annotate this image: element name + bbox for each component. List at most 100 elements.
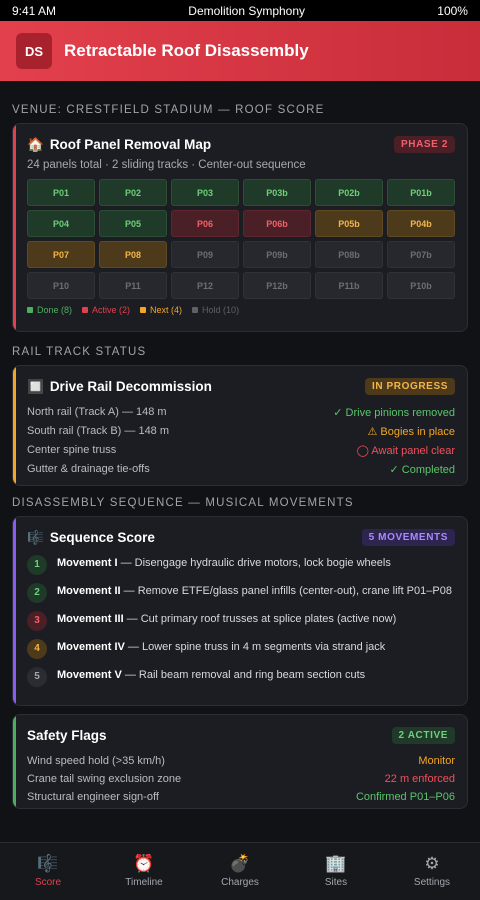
legend-label: Hold (10): [202, 305, 240, 315]
panel-cell[interactable]: P02b: [315, 179, 383, 206]
movement-number: 3: [27, 611, 47, 631]
sequence-card: 🎼 Sequence Score 5 MOVEMENTS 1 Movement I…: [12, 516, 468, 706]
panel-cell[interactable]: P12: [171, 272, 239, 299]
panel-cell[interactable]: P04: [27, 210, 95, 237]
legend-item: Next (4): [140, 305, 182, 315]
app-logo: DS: [16, 33, 52, 69]
legend-item: Active (2): [82, 305, 130, 315]
movement-number: 1: [27, 555, 47, 575]
movement-text: Movement II — Remove ETFE/glass panel in…: [57, 584, 452, 599]
panel-cell[interactable]: P01: [27, 179, 95, 206]
panel-cell[interactable]: P05: [99, 210, 167, 237]
panel-cell[interactable]: P01b: [387, 179, 455, 206]
page-title: Retractable Roof Disassembly: [64, 41, 309, 60]
movement-list: 1 Movement I — Disengage hydraulic drive …: [27, 555, 455, 687]
safety-row-value: 22 m enforced: [384, 773, 455, 785]
rail-title: 🔲 Drive Rail Decommission: [27, 379, 212, 395]
panel-cell[interactable]: P10: [27, 272, 95, 299]
panel-cell[interactable]: P03: [171, 179, 239, 206]
movement-item[interactable]: 5 Movement V — Rail beam removal and ring…: [27, 667, 455, 687]
panel-cell[interactable]: P05b: [315, 210, 383, 237]
movement-description: — Cut primary roof trusses at splice pla…: [123, 613, 397, 625]
safety-row: Wind speed hold (>35 km/h) Monitor: [27, 752, 455, 770]
rail-row-value: ✓ Completed: [389, 464, 455, 476]
tab-sites[interactable]: 🏢 Sites: [288, 843, 384, 900]
movement-number: 5: [27, 667, 47, 687]
safety-row-value: Confirmed P01–P06: [355, 791, 455, 803]
panel-cell[interactable]: P04b: [387, 210, 455, 237]
safety-row: Crane tail swing exclusion zone 22 m enfo…: [27, 770, 455, 788]
panel-cell[interactable]: P07b: [387, 241, 455, 268]
tab-label: Sites: [324, 877, 348, 888]
movement-description: — Disengage hydraulic drive motors, lock…: [117, 557, 391, 569]
panel-cell[interactable]: P09: [171, 241, 239, 268]
rail-row: North rail (Track A) — 148 m ✓ Drive pini…: [27, 403, 455, 422]
movements-badge: 5 MOVEMENTS: [361, 529, 455, 546]
sequence-title-text: Sequence Score: [49, 530, 155, 545]
movement-text: Movement III — Cut primary roof trusses …: [57, 612, 396, 627]
score-icon: 🎼: [27, 529, 44, 545]
rail-title-text: Drive Rail Decommission: [49, 379, 212, 394]
sites-icon: 🏢: [325, 854, 347, 873]
panel-legend: Done (8) Active (2) Next (4) Hold (10): [27, 305, 455, 315]
tab-bar: 🎼 Score ⏰ Timeline 💣 Charges 🏢 Sites ⚙ Settings: [0, 842, 480, 900]
charges-icon: 💣: [229, 854, 251, 873]
safety-row-value: Monitor: [418, 755, 455, 767]
tab-score[interactable]: 🎼 Score: [0, 843, 96, 900]
legend-label: Done (8): [37, 305, 73, 315]
panel-cell[interactable]: P02: [99, 179, 167, 206]
panel-cell[interactable]: P08: [99, 241, 167, 268]
movement-item[interactable]: 2 Movement II — Remove ETFE/glass panel i…: [27, 583, 455, 603]
movement-name: Movement V: [57, 669, 122, 681]
tab-settings[interactable]: ⚙ Settings: [384, 843, 480, 900]
legend-swatch: [27, 307, 33, 313]
tab-label: Timeline: [125, 877, 163, 888]
tab-timeline[interactable]: ⏰ Timeline: [96, 843, 192, 900]
movement-item[interactable]: 3 Movement III — Cut primary roof trusses…: [27, 611, 455, 631]
movement-text: Movement I — Disengage hydraulic drive m…: [57, 556, 391, 571]
rail-row: South rail (Track B) — 148 m ⚠ Bogies in …: [27, 422, 455, 441]
legend-label: Active (2): [92, 305, 131, 315]
rail-row-value: ◯ Await panel clear: [356, 445, 455, 457]
panel-cell[interactable]: P07: [27, 241, 95, 268]
movement-name: Movement IV: [57, 641, 125, 653]
panel-cell[interactable]: P08b: [315, 241, 383, 268]
legend-swatch: [82, 307, 89, 313]
safety-rows: Wind speed hold (>35 km/h) Monitor Crane t…: [27, 752, 455, 806]
safety-row-label: Structural engineer sign-off: [27, 791, 159, 803]
panel-cell[interactable]: P06: [171, 210, 239, 237]
rail-row: Gutter & drainage tie-offs ✓ Completed: [27, 460, 455, 479]
tab-charges[interactable]: 💣 Charges: [192, 843, 288, 900]
phase-badge: PHASE 2: [394, 136, 455, 153]
app-header: DS Retractable Roof Disassembly: [0, 21, 480, 81]
tab-label: Charges: [221, 877, 259, 888]
movement-text: Movement V — Rail beam removal and ring …: [57, 668, 365, 683]
safety-badge: 2 ACTIVE: [391, 727, 455, 744]
panel-map-title: 🏠 Roof Panel Removal Map: [27, 137, 211, 153]
movement-name: Movement I: [57, 557, 118, 569]
rail-card: 🔲 Drive Rail Decommission IN PROGRESS No…: [12, 365, 468, 486]
sequence-title: 🎼 Sequence Score: [27, 530, 155, 546]
panel-cell[interactable]: P11b: [315, 272, 383, 299]
panel-grid: P01 P02 P03 P03b P02b P01b P04 P05 P06 P06b P05b P0…: [27, 179, 455, 299]
movement-name: Movement II: [57, 585, 121, 597]
tab-label: Score: [34, 877, 62, 888]
legend-item: Done (8): [27, 305, 72, 315]
panel-cell[interactable]: P09b: [243, 241, 311, 268]
movement-item[interactable]: 1 Movement I — Disengage hydraulic drive …: [27, 555, 455, 575]
panel-cell[interactable]: P06b: [243, 210, 311, 237]
rail-row-label: North rail (Track A) — 148 m: [27, 406, 167, 418]
panel-cell[interactable]: P11: [99, 272, 167, 299]
movement-item[interactable]: 4 Movement IV — Lower spine truss in 4 m …: [27, 639, 455, 659]
panel-map-subtitle: 24 panels total · 2 sliding tracks · Cen…: [27, 159, 306, 171]
panel-cell[interactable]: P10b: [387, 272, 455, 299]
rail-row-label: Center spine truss: [27, 444, 117, 456]
safety-row-label: Crane tail swing exclusion zone: [27, 773, 182, 785]
panel-cell[interactable]: P12b: [243, 272, 311, 299]
status-app-name: Demolition Symphony: [188, 3, 306, 18]
legend-label: Next (4): [150, 305, 183, 315]
panel-cell[interactable]: P03b: [243, 179, 311, 206]
safety-row: Structural engineer sign-off Confirmed P0…: [27, 788, 455, 806]
rail-row: Center spine truss ◯ Await panel clear: [27, 441, 455, 460]
section-label-rail: RAIL TRACK STATUS: [12, 346, 147, 358]
